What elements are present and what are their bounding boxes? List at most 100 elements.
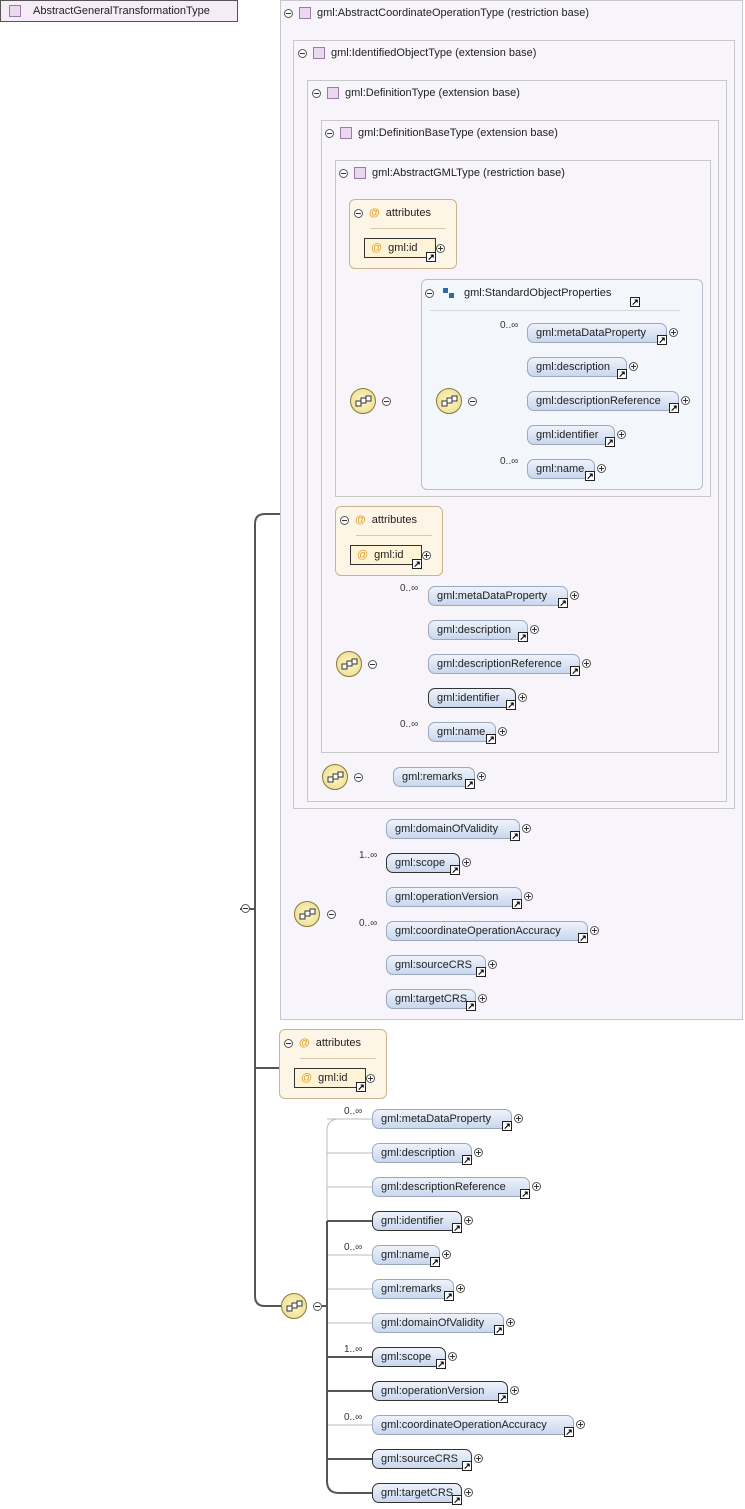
expand-icon[interactable]	[530, 625, 539, 634]
expand-icon[interactable]	[629, 362, 638, 371]
expand-icon[interactable]	[597, 464, 606, 473]
sequence-icon[interactable]	[294, 901, 320, 927]
arrow-link-icon[interactable]: ↗	[476, 967, 486, 977]
element-identifier[interactable]: gml:identifier	[428, 688, 516, 708]
arrow-link-icon[interactable]: ↗	[498, 1393, 508, 1403]
arrow-link-icon[interactable]: ↗	[450, 865, 460, 875]
arrow-link-icon[interactable]: ↗	[605, 437, 615, 447]
arrow-link-icon[interactable]: ↗	[462, 1461, 472, 1471]
collapse-icon[interactable]	[284, 1038, 293, 1048]
element-source-c-r-s[interactable]: gml:sourceCRS	[386, 955, 486, 975]
arrow-link-icon[interactable]: ↗	[444, 1291, 454, 1301]
expand-icon[interactable]	[506, 1318, 515, 1327]
sequence-icon[interactable]	[336, 651, 362, 677]
arrow-link-icon[interactable]: ↗	[462, 1155, 472, 1165]
arrow-link-icon[interactable]: ↗	[558, 598, 568, 608]
definition-header[interactable]: gml:DefinitionType (extension base)	[312, 87, 520, 99]
element-meta-data-property[interactable]: gml:metaDataProperty	[428, 586, 568, 606]
element-remarks[interactable]: gml:remarks	[393, 767, 475, 787]
arrow-link-icon[interactable]: ↗	[466, 1001, 476, 1011]
collapse-icon[interactable]	[340, 515, 349, 525]
element-domain-of-validity[interactable]: gml:domainOfValidity	[386, 819, 520, 839]
arrow-link-icon[interactable]: ↗	[465, 779, 475, 789]
arrow-link-icon[interactable]: ↗	[494, 1325, 504, 1335]
collapse-icon[interactable]	[312, 88, 321, 98]
attributes-header[interactable]: @ attributes	[340, 514, 417, 526]
expand-icon[interactable]	[366, 1074, 375, 1083]
attributes-header[interactable]: @ attributes	[284, 1037, 361, 1049]
element-source-c-r-s[interactable]: gml:sourceCRS	[372, 1449, 472, 1469]
collapse-icon[interactable]	[368, 660, 377, 669]
arrow-link-icon[interactable]: ↗	[512, 899, 522, 909]
expand-icon[interactable]	[518, 693, 527, 702]
expand-icon[interactable]	[582, 659, 591, 668]
expand-icon[interactable]	[474, 1454, 483, 1463]
arrow-link-icon[interactable]: ↗	[412, 559, 422, 569]
collapse-icon[interactable]	[468, 397, 477, 406]
identified-header[interactable]: gml:IdentifiedObjectType (extension base…	[298, 47, 536, 59]
collapse-icon[interactable]	[354, 208, 363, 218]
arrow-link-icon[interactable]: ↗	[585, 471, 595, 481]
expand-icon[interactable]	[498, 727, 507, 736]
element-coordinate-operation-accuracy[interactable]: gml:coordinateOperationAccuracy	[386, 921, 588, 941]
arrow-link-icon[interactable]: ↗	[502, 1121, 512, 1131]
root-collapse-icon[interactable]	[241, 904, 250, 913]
element-description-reference[interactable]: gml:descriptionReference	[527, 391, 679, 411]
collapse-icon[interactable]	[327, 910, 336, 919]
expand-icon[interactable]	[570, 591, 579, 600]
arrow-link-icon[interactable]: ↗	[570, 666, 580, 676]
attributes-header[interactable]: @ attributes	[354, 207, 431, 219]
sequence-icon[interactable]	[322, 764, 348, 790]
arrow-link-icon[interactable]: ↗	[617, 369, 627, 379]
arrow-link-icon[interactable]: ↗	[630, 297, 640, 307]
element-remarks[interactable]: gml:remarks	[372, 1279, 454, 1299]
arrow-link-icon[interactable]: ↗	[426, 252, 436, 262]
collapse-icon[interactable]	[284, 8, 293, 18]
element-operation-version[interactable]: gml:operationVersion	[372, 1381, 508, 1401]
expand-icon[interactable]	[422, 551, 431, 560]
arrow-link-icon[interactable]: ↗	[669, 403, 679, 413]
collapse-icon[interactable]	[354, 773, 363, 782]
arrow-link-icon[interactable]: ↗	[452, 1495, 462, 1505]
element-target-c-r-s[interactable]: gml:targetCRS	[386, 989, 476, 1009]
expand-icon[interactable]	[456, 1284, 465, 1293]
element-scope[interactable]: gml:scope	[386, 853, 460, 873]
coord-op-header[interactable]: gml:AbstractCoordinateOperationType (res…	[284, 7, 589, 19]
expand-icon[interactable]	[448, 1352, 457, 1361]
collapse-icon[interactable]	[298, 48, 307, 58]
element-target-c-r-s[interactable]: gml:targetCRS	[372, 1483, 462, 1503]
expand-icon[interactable]	[478, 994, 487, 1003]
collapse-icon[interactable]	[313, 1302, 322, 1311]
expand-icon[interactable]	[590, 926, 599, 935]
expand-icon[interactable]	[462, 858, 471, 867]
expand-icon[interactable]	[436, 244, 445, 253]
arrow-link-icon[interactable]: ↗	[520, 1189, 530, 1199]
collapse-icon[interactable]	[425, 288, 434, 298]
element-coordinate-operation-accuracy[interactable]: gml:coordinateOperationAccuracy	[372, 1415, 574, 1435]
element-description[interactable]: gml:description	[372, 1143, 472, 1163]
sequence-icon[interactable]	[436, 388, 462, 414]
arrow-link-icon[interactable]: ↗	[430, 1257, 440, 1267]
arrow-link-icon[interactable]: ↗	[657, 335, 667, 345]
element-identifier[interactable]: gml:identifier	[372, 1211, 462, 1231]
element-description[interactable]: gml:description	[428, 620, 528, 640]
expand-icon[interactable]	[617, 430, 626, 439]
std-props-header[interactable]: gml:StandardObjectProperties	[425, 287, 611, 299]
collapse-icon[interactable]	[382, 397, 391, 406]
element-description-reference[interactable]: gml:descriptionReference	[372, 1177, 530, 1197]
expand-icon[interactable]	[522, 824, 531, 833]
arrow-link-icon[interactable]: ↗	[564, 1427, 574, 1437]
expand-icon[interactable]	[464, 1488, 473, 1497]
collapse-icon[interactable]	[339, 168, 348, 178]
expand-icon[interactable]	[474, 1148, 483, 1157]
expand-icon[interactable]	[464, 1216, 473, 1225]
element-operation-version[interactable]: gml:operationVersion	[386, 887, 522, 907]
sequence-icon[interactable]	[281, 1293, 307, 1319]
expand-icon[interactable]	[477, 772, 486, 781]
arrow-link-icon[interactable]: ↗	[510, 831, 520, 841]
expand-icon[interactable]	[669, 328, 678, 337]
expand-icon[interactable]	[514, 1114, 523, 1123]
expand-icon[interactable]	[510, 1386, 519, 1395]
definition-base-header[interactable]: gml:DefinitionBaseType (extension base)	[325, 127, 558, 139]
element-description[interactable]: gml:description	[527, 357, 627, 377]
